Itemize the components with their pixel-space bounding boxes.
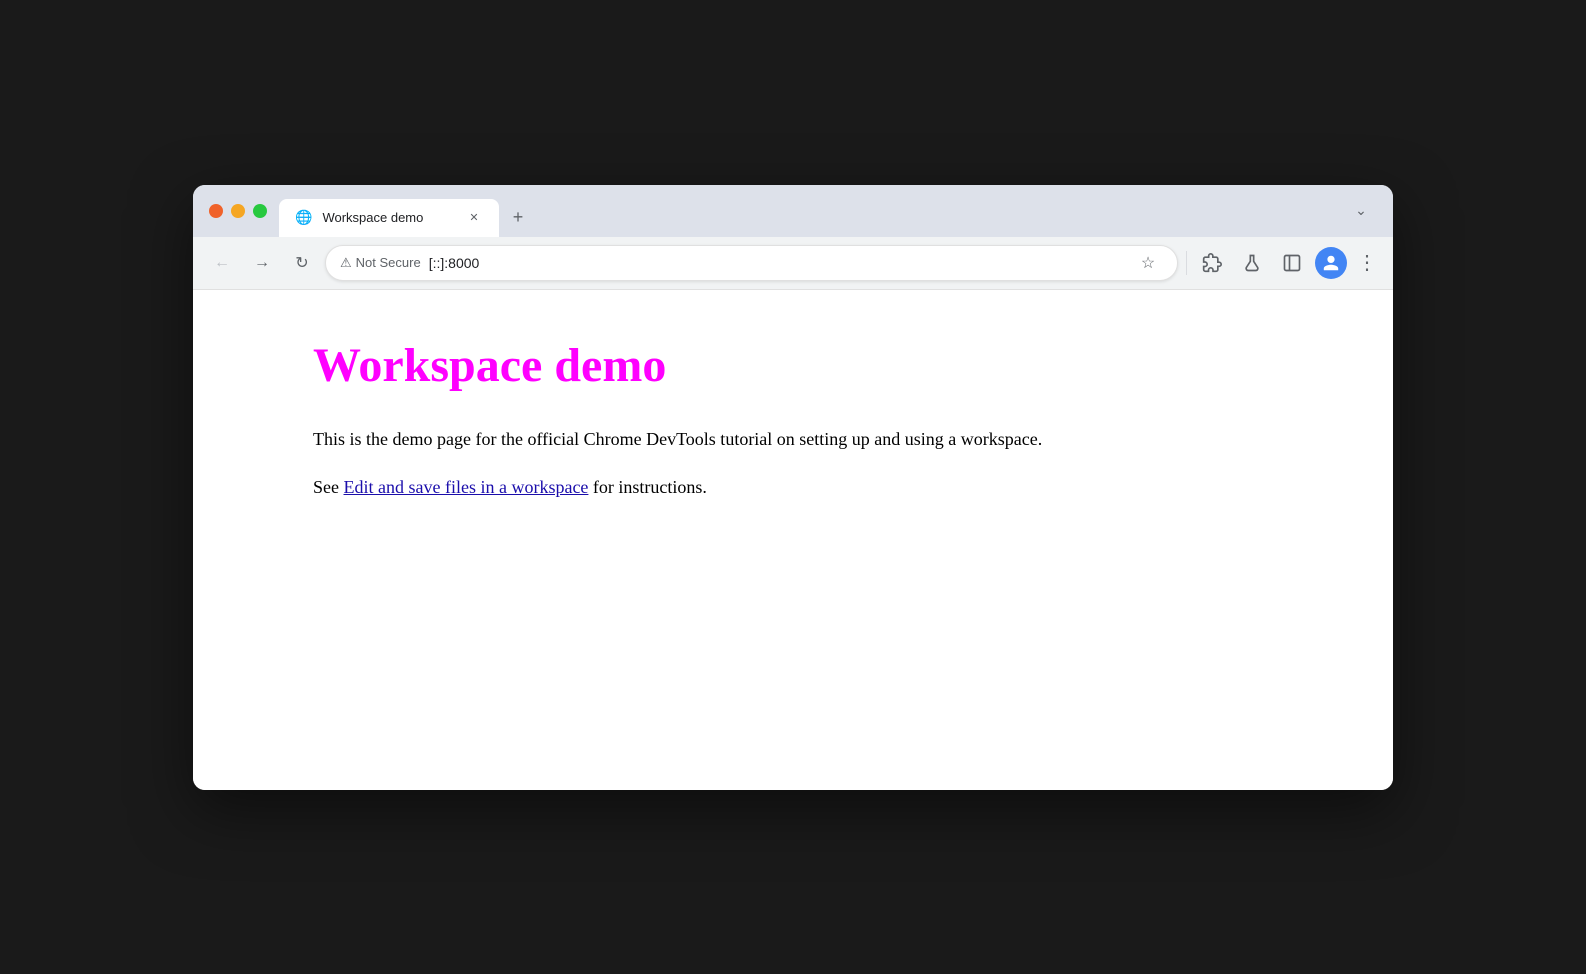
browser-window: 🌐 Workspace demo ✕ + ⌄ ← → ↻ ⚠ Not Secur… (193, 185, 1393, 790)
address-bar[interactable]: ⚠ Not Secure [::]:8000 ☆ (325, 245, 1178, 281)
url-display: [::]:8000 (429, 255, 1125, 271)
maximize-button[interactable] (253, 204, 267, 218)
forward-button[interactable]: → (245, 246, 279, 280)
page-content: Workspace demo This is the demo page for… (193, 290, 1393, 790)
tab-close-button[interactable]: ✕ (465, 209, 483, 227)
link-prefix: See (313, 477, 344, 497)
page-description: This is the demo page for the official C… (313, 425, 1273, 454)
nav-bar: ← → ↻ ⚠ Not Secure [::]:8000 ☆ (193, 237, 1393, 290)
new-tab-button[interactable]: + (503, 203, 533, 233)
tab-dropdown-button[interactable]: ⌄ (1345, 195, 1377, 227)
back-button[interactable]: ← (205, 246, 239, 280)
tab-title: Workspace demo (322, 210, 455, 225)
security-label: Not Secure (356, 255, 421, 270)
tab-bar: 🌐 Workspace demo ✕ + (279, 185, 1333, 237)
reload-button[interactable]: ↻ (285, 246, 319, 280)
active-tab[interactable]: 🌐 Workspace demo ✕ (279, 199, 499, 237)
extensions-button[interactable] (1195, 246, 1229, 280)
sidebar-button[interactable] (1275, 246, 1309, 280)
warning-icon: ⚠ (340, 255, 352, 271)
traffic-lights (209, 204, 267, 218)
profile-button[interactable] (1315, 247, 1347, 279)
close-button[interactable] (209, 204, 223, 218)
tab-favicon: 🌐 (295, 209, 312, 226)
page-heading: Workspace demo (313, 338, 1273, 393)
page-link-paragraph: See Edit and save files in a workspace f… (313, 473, 1273, 502)
minimize-button[interactable] (231, 204, 245, 218)
security-indicator: ⚠ Not Secure (340, 255, 421, 271)
menu-button[interactable]: ⋮ (1353, 250, 1381, 275)
title-bar: 🌐 Workspace demo ✕ + ⌄ (193, 185, 1393, 237)
bookmark-button[interactable]: ☆ (1133, 248, 1163, 278)
nav-divider (1186, 251, 1187, 275)
lab-button[interactable] (1235, 246, 1269, 280)
link-suffix: for instructions. (588, 477, 707, 497)
workspace-link[interactable]: Edit and save files in a workspace (344, 477, 589, 497)
